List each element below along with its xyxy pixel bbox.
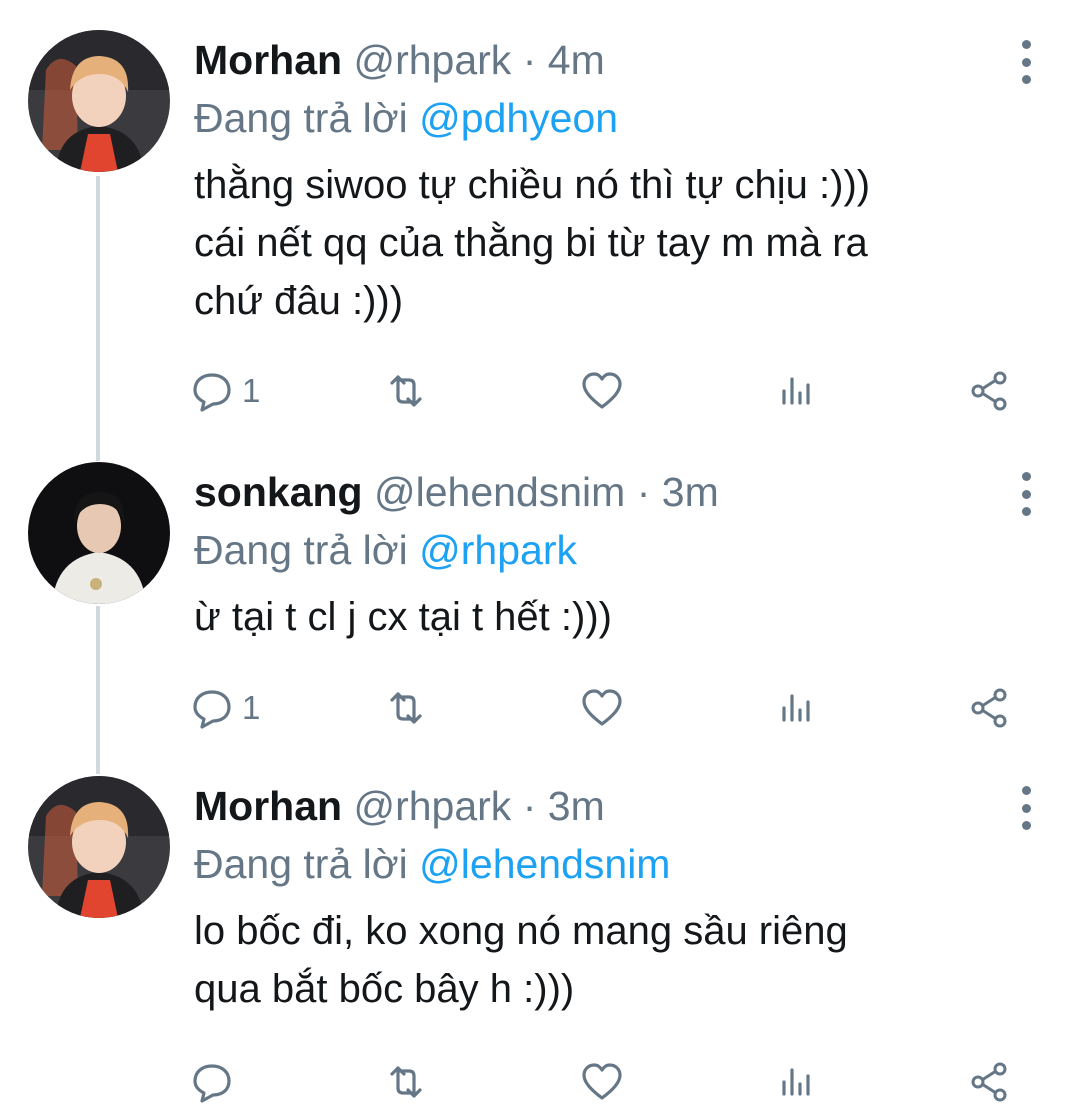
reply-count: 1 [242, 372, 261, 409]
like-button[interactable] [580, 682, 624, 734]
analytics-button[interactable] [774, 365, 818, 417]
person-avatar-icon [28, 462, 170, 604]
avatar[interactable] [28, 776, 170, 918]
retweet-button[interactable] [384, 682, 428, 734]
reply-count: 1 [242, 689, 261, 726]
like-button[interactable] [580, 365, 624, 417]
share-icon [971, 371, 1007, 411]
analytics-icon [782, 377, 810, 405]
tweet[interactable]: Morhan @rhpark · 3m Đang trả lời @lehend… [0, 776, 1080, 1103]
reply-context: Đang trả lời @lehendsnim [194, 834, 670, 894]
separator: · [522, 783, 537, 829]
retweet-button[interactable] [384, 365, 428, 417]
avatar[interactable] [28, 30, 170, 172]
reply-context: Đang trả lời @pdhyeon [194, 88, 618, 148]
tweet-header: Morhan @rhpark · 3m [194, 776, 605, 836]
user-handle[interactable]: @lehendsnim [374, 469, 625, 515]
display-name[interactable]: sonkang [194, 469, 363, 515]
retweet-icon [390, 375, 422, 407]
reply-mention[interactable]: @pdhyeon [419, 95, 618, 141]
share-icon [971, 1062, 1007, 1102]
more-vertical-icon[interactable] [1016, 472, 1036, 516]
analytics-button[interactable] [774, 1056, 818, 1108]
analytics-icon [782, 1068, 810, 1096]
tweet-text: ừ tại t cl j cx tại t hết :))) [194, 588, 1034, 646]
timestamp[interactable]: 3m [548, 783, 605, 829]
share-icon [971, 688, 1007, 728]
tweet-actions: 1 [190, 682, 1020, 734]
person-avatar-icon [28, 30, 170, 172]
retweet-icon [390, 1066, 422, 1098]
tweet-actions: 1 [190, 365, 1020, 417]
reply-prefix: Đang trả lời [194, 95, 408, 141]
heart-icon [582, 689, 622, 726]
reply-mention[interactable]: @rhpark [419, 527, 577, 573]
more-vertical-icon[interactable] [1016, 40, 1036, 84]
tweet-text-line: cái nết qq của thằng bi từ tay m mà ra [194, 221, 868, 265]
heart-icon [582, 1063, 622, 1100]
timestamp[interactable]: 3m [662, 469, 719, 515]
reply-mention[interactable]: @lehendsnim [419, 841, 670, 887]
separator: · [636, 469, 651, 515]
heart-icon [582, 372, 622, 409]
tweet-text-line: lo bốc đi, ko xong nó mang sầu riêng [194, 909, 848, 953]
analytics-button[interactable] [774, 682, 818, 734]
tweet-actions [190, 1056, 1020, 1108]
user-handle[interactable]: @rhpark [353, 37, 511, 83]
analytics-icon [782, 694, 810, 722]
share-button[interactable] [968, 1056, 1012, 1108]
retweet-button[interactable] [384, 1056, 428, 1108]
tweet[interactable]: Morhan @rhpark · 4m Đang trả lời @pdhyeo… [0, 30, 1080, 412]
reply-context: Đang trả lời @rhpark [194, 520, 577, 580]
more-vertical-icon[interactable] [1016, 786, 1036, 830]
reply-prefix: Đang trả lời [194, 527, 408, 573]
user-handle[interactable]: @rhpark [353, 783, 511, 829]
reply-button[interactable] [190, 1056, 242, 1108]
tweet-text-line: chứ đâu :))) [194, 279, 404, 323]
tweet-text-line: qua bắt bốc bây h :))) [194, 967, 575, 1011]
share-button[interactable] [968, 365, 1012, 417]
tweet[interactable]: sonkang @lehendsnim · 3m Đang trả lời @r… [0, 462, 1080, 732]
tweet-text: lo bốc đi, ko xong nó mang sầu riêng qua… [194, 902, 1034, 1018]
reply-icon [193, 1064, 231, 1103]
separator: · [522, 37, 537, 83]
reply-button[interactable]: 1 [190, 682, 260, 734]
like-button[interactable] [580, 1056, 624, 1108]
reply-icon [193, 373, 231, 412]
reply-button[interactable]: 1 [190, 365, 260, 417]
retweet-icon [390, 692, 422, 724]
display-name[interactable]: Morhan [194, 783, 342, 829]
timestamp[interactable]: 4m [548, 37, 605, 83]
person-avatar-icon [28, 776, 170, 918]
tweet-header: Morhan @rhpark · 4m [194, 30, 605, 90]
share-button[interactable] [968, 682, 1012, 734]
tweet-header: sonkang @lehendsnim · 3m [194, 462, 719, 522]
tweet-text-line: ừ tại t cl j cx tại t hết :))) [194, 595, 612, 639]
display-name[interactable]: Morhan [194, 37, 342, 83]
reply-icon [193, 690, 231, 729]
tweet-text-line: thằng siwoo tự chiều nó thì tự chịu :))) [194, 163, 871, 207]
tweet-text: thằng siwoo tự chiều nó thì tự chịu :)))… [194, 156, 1034, 330]
reply-prefix: Đang trả lời [194, 841, 408, 887]
avatar[interactable] [28, 462, 170, 604]
